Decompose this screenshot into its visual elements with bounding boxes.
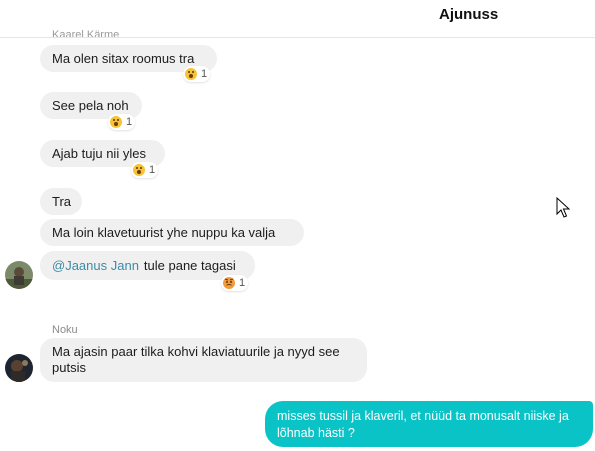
- message-reaction[interactable]: 1: [108, 114, 136, 130]
- message-reaction[interactable]: 1: [221, 275, 249, 291]
- surprised-face-icon: [110, 116, 122, 128]
- surprised-face-icon: [185, 68, 197, 80]
- user-mention[interactable]: @Jaanus Jann: [52, 258, 139, 274]
- avatar-image: [5, 261, 33, 289]
- sender-avatar[interactable]: [5, 261, 33, 289]
- message-reaction[interactable]: 1: [183, 66, 211, 82]
- mouse-cursor-icon: [556, 197, 570, 218]
- message-text: Ma ajasin paar tilka kohvi klaviatuurile…: [52, 344, 340, 375]
- reaction-count: 1: [149, 164, 156, 176]
- reaction-count: 1: [201, 68, 208, 80]
- message-text: Ajab tuju nii yles: [52, 145, 146, 161]
- outgoing-message-bubble[interactable]: misses tussil ja klaveril, et nüüd ta mo…: [265, 401, 593, 447]
- angry-face-icon: [223, 277, 235, 289]
- reaction-count: 1: [239, 277, 246, 289]
- sender-name-cut: Kaarel Kärme: [52, 29, 120, 37]
- reaction-count: 1: [126, 116, 133, 128]
- surprised-face-icon: [133, 164, 145, 176]
- message-text: tule pane tagasi: [143, 257, 236, 273]
- message-text: Ma olen sitax roomus tra: [52, 50, 195, 66]
- message-text: Ma loin klavetuurist yhe nuppu ka valja: [52, 224, 276, 240]
- message-bubble[interactable]: Tra: [40, 188, 82, 215]
- message-bubble[interactable]: Ma loin klavetuurist yhe nuppu ka valja: [40, 219, 304, 246]
- chat-title: Ajunuss: [439, 6, 499, 23]
- message-text: misses tussil ja klaveril, et nüüd ta mo…: [277, 409, 569, 440]
- message-bubble[interactable]: Ma ajasin paar tilka kohvi klaviatuurile…: [40, 338, 367, 382]
- message-reaction[interactable]: 1: [131, 162, 159, 178]
- sender-name: Noku: [52, 324, 78, 336]
- message-text: Tra: [52, 193, 72, 209]
- message-bubble[interactable]: @Jaanus Jann tule pane tagasi: [40, 251, 255, 280]
- message-text: See pela noh: [52, 97, 129, 113]
- avatar-image: [5, 354, 33, 382]
- sender-avatar[interactable]: [5, 354, 33, 382]
